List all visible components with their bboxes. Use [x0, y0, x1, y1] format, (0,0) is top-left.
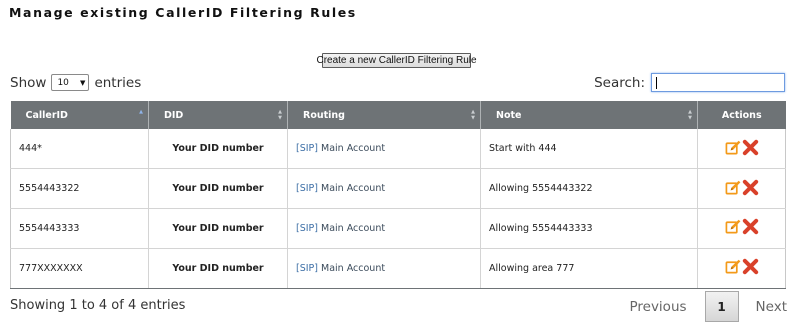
pagination: Previous 1 Next — [629, 291, 787, 322]
search-label: Search: — [594, 74, 645, 91]
cell-callerid: 5554443333 — [10, 208, 149, 249]
table-header-row: CallerID ▲ DID ▲ ▼ Routing ▲ ▼ Note ▲ ▼ Act… — [10, 101, 786, 129]
sort-icon: ▲ ▼ — [471, 109, 475, 121]
show-label: Show — [10, 74, 47, 91]
cell-actions — [697, 208, 786, 249]
chevron-down-icon: ▼ — [80, 78, 86, 87]
cell-routing: [SIP] Main Account — [287, 168, 481, 209]
page-title: Manage existing CallerID Filtering Rules — [9, 5, 357, 20]
cell-routing: [SIP] Main Account — [287, 248, 481, 289]
column-header-actions: Actions — [697, 101, 786, 129]
table-row: 5554443333 Your DID number [SIP] Main Acco… — [10, 208, 786, 249]
routing-type: [SIP] — [296, 143, 318, 155]
edit-icon[interactable] — [725, 218, 742, 235]
entries-per-page-value: 10 — [57, 77, 69, 88]
cell-did: Your DID number — [148, 208, 288, 249]
routing-type: [SIP] — [296, 222, 318, 234]
edit-icon[interactable] — [725, 258, 742, 275]
table-row: 777XXXXXXX Your DID number [SIP] Main Acco… — [10, 248, 786, 289]
cell-actions — [697, 129, 786, 170]
cell-did: Your DID number — [148, 168, 288, 209]
column-header-routing[interactable]: Routing ▲ ▼ — [287, 101, 481, 129]
routing-type: [SIP] — [296, 262, 318, 274]
edit-icon[interactable] — [725, 179, 742, 196]
cell-actions — [697, 168, 786, 209]
table-row: 444* Your DID number [SIP] Main Account Sta… — [10, 129, 786, 170]
next-page-button[interactable]: Next — [756, 299, 787, 315]
entries-per-page-select[interactable]: 10 ▼ — [51, 74, 90, 91]
sort-icon: ▲ ▼ — [278, 109, 282, 121]
delete-icon[interactable] — [742, 179, 759, 196]
delete-icon[interactable] — [742, 258, 759, 275]
delete-icon[interactable] — [742, 218, 759, 235]
cell-note: Start with 444 — [480, 129, 698, 170]
search-input[interactable] — [651, 73, 785, 92]
edit-icon[interactable] — [725, 139, 742, 156]
delete-icon[interactable] — [742, 139, 759, 156]
create-rule-button[interactable]: Create a new CallerID Filtering Rule — [316, 53, 477, 68]
cell-routing: [SIP] Main Account — [287, 208, 481, 249]
rules-table: CallerID ▲ DID ▲ ▼ Routing ▲ ▼ Note ▲ ▼ Act… — [10, 101, 786, 289]
column-header-did[interactable]: DID ▲ ▼ — [148, 101, 288, 129]
cell-note: Allowing 5554443322 — [480, 168, 698, 209]
sort-ascending-icon: ▲ — [139, 109, 143, 115]
text-cursor — [656, 77, 657, 89]
cell-note: Allowing area 777 — [480, 248, 698, 289]
page-1-button[interactable]: 1 — [704, 291, 739, 322]
routing-target: Main Account — [321, 262, 386, 274]
search-control: Search: — [594, 73, 785, 92]
cell-callerid: 777XXXXXXX — [10, 248, 149, 289]
cell-note: Allowing 5554443333 — [480, 208, 698, 249]
entries-label: entries — [94, 74, 142, 91]
cell-actions — [697, 248, 786, 289]
routing-target: Main Account — [321, 183, 386, 195]
cell-did: Your DID number — [148, 248, 288, 289]
previous-page-button[interactable]: Previous — [629, 299, 686, 315]
length-control: Show 10 ▼ entries — [10, 74, 141, 91]
routing-target: Main Account — [321, 143, 386, 155]
cell-callerid: 5554443322 — [10, 168, 149, 209]
cell-callerid: 444* — [10, 129, 149, 170]
routing-type: [SIP] — [296, 183, 318, 195]
routing-target: Main Account — [321, 222, 386, 234]
cell-did: Your DID number — [148, 129, 288, 170]
cell-routing: [SIP] Main Account — [287, 129, 481, 170]
table-info: Showing 1 to 4 of 4 entries — [10, 298, 186, 313]
table-row: 5554443322 Your DID number [SIP] Main Acco… — [10, 168, 786, 209]
column-header-note[interactable]: Note ▲ ▼ — [480, 101, 698, 129]
sort-icon: ▲ ▼ — [688, 109, 692, 121]
column-header-callerid[interactable]: CallerID ▲ — [10, 101, 149, 129]
